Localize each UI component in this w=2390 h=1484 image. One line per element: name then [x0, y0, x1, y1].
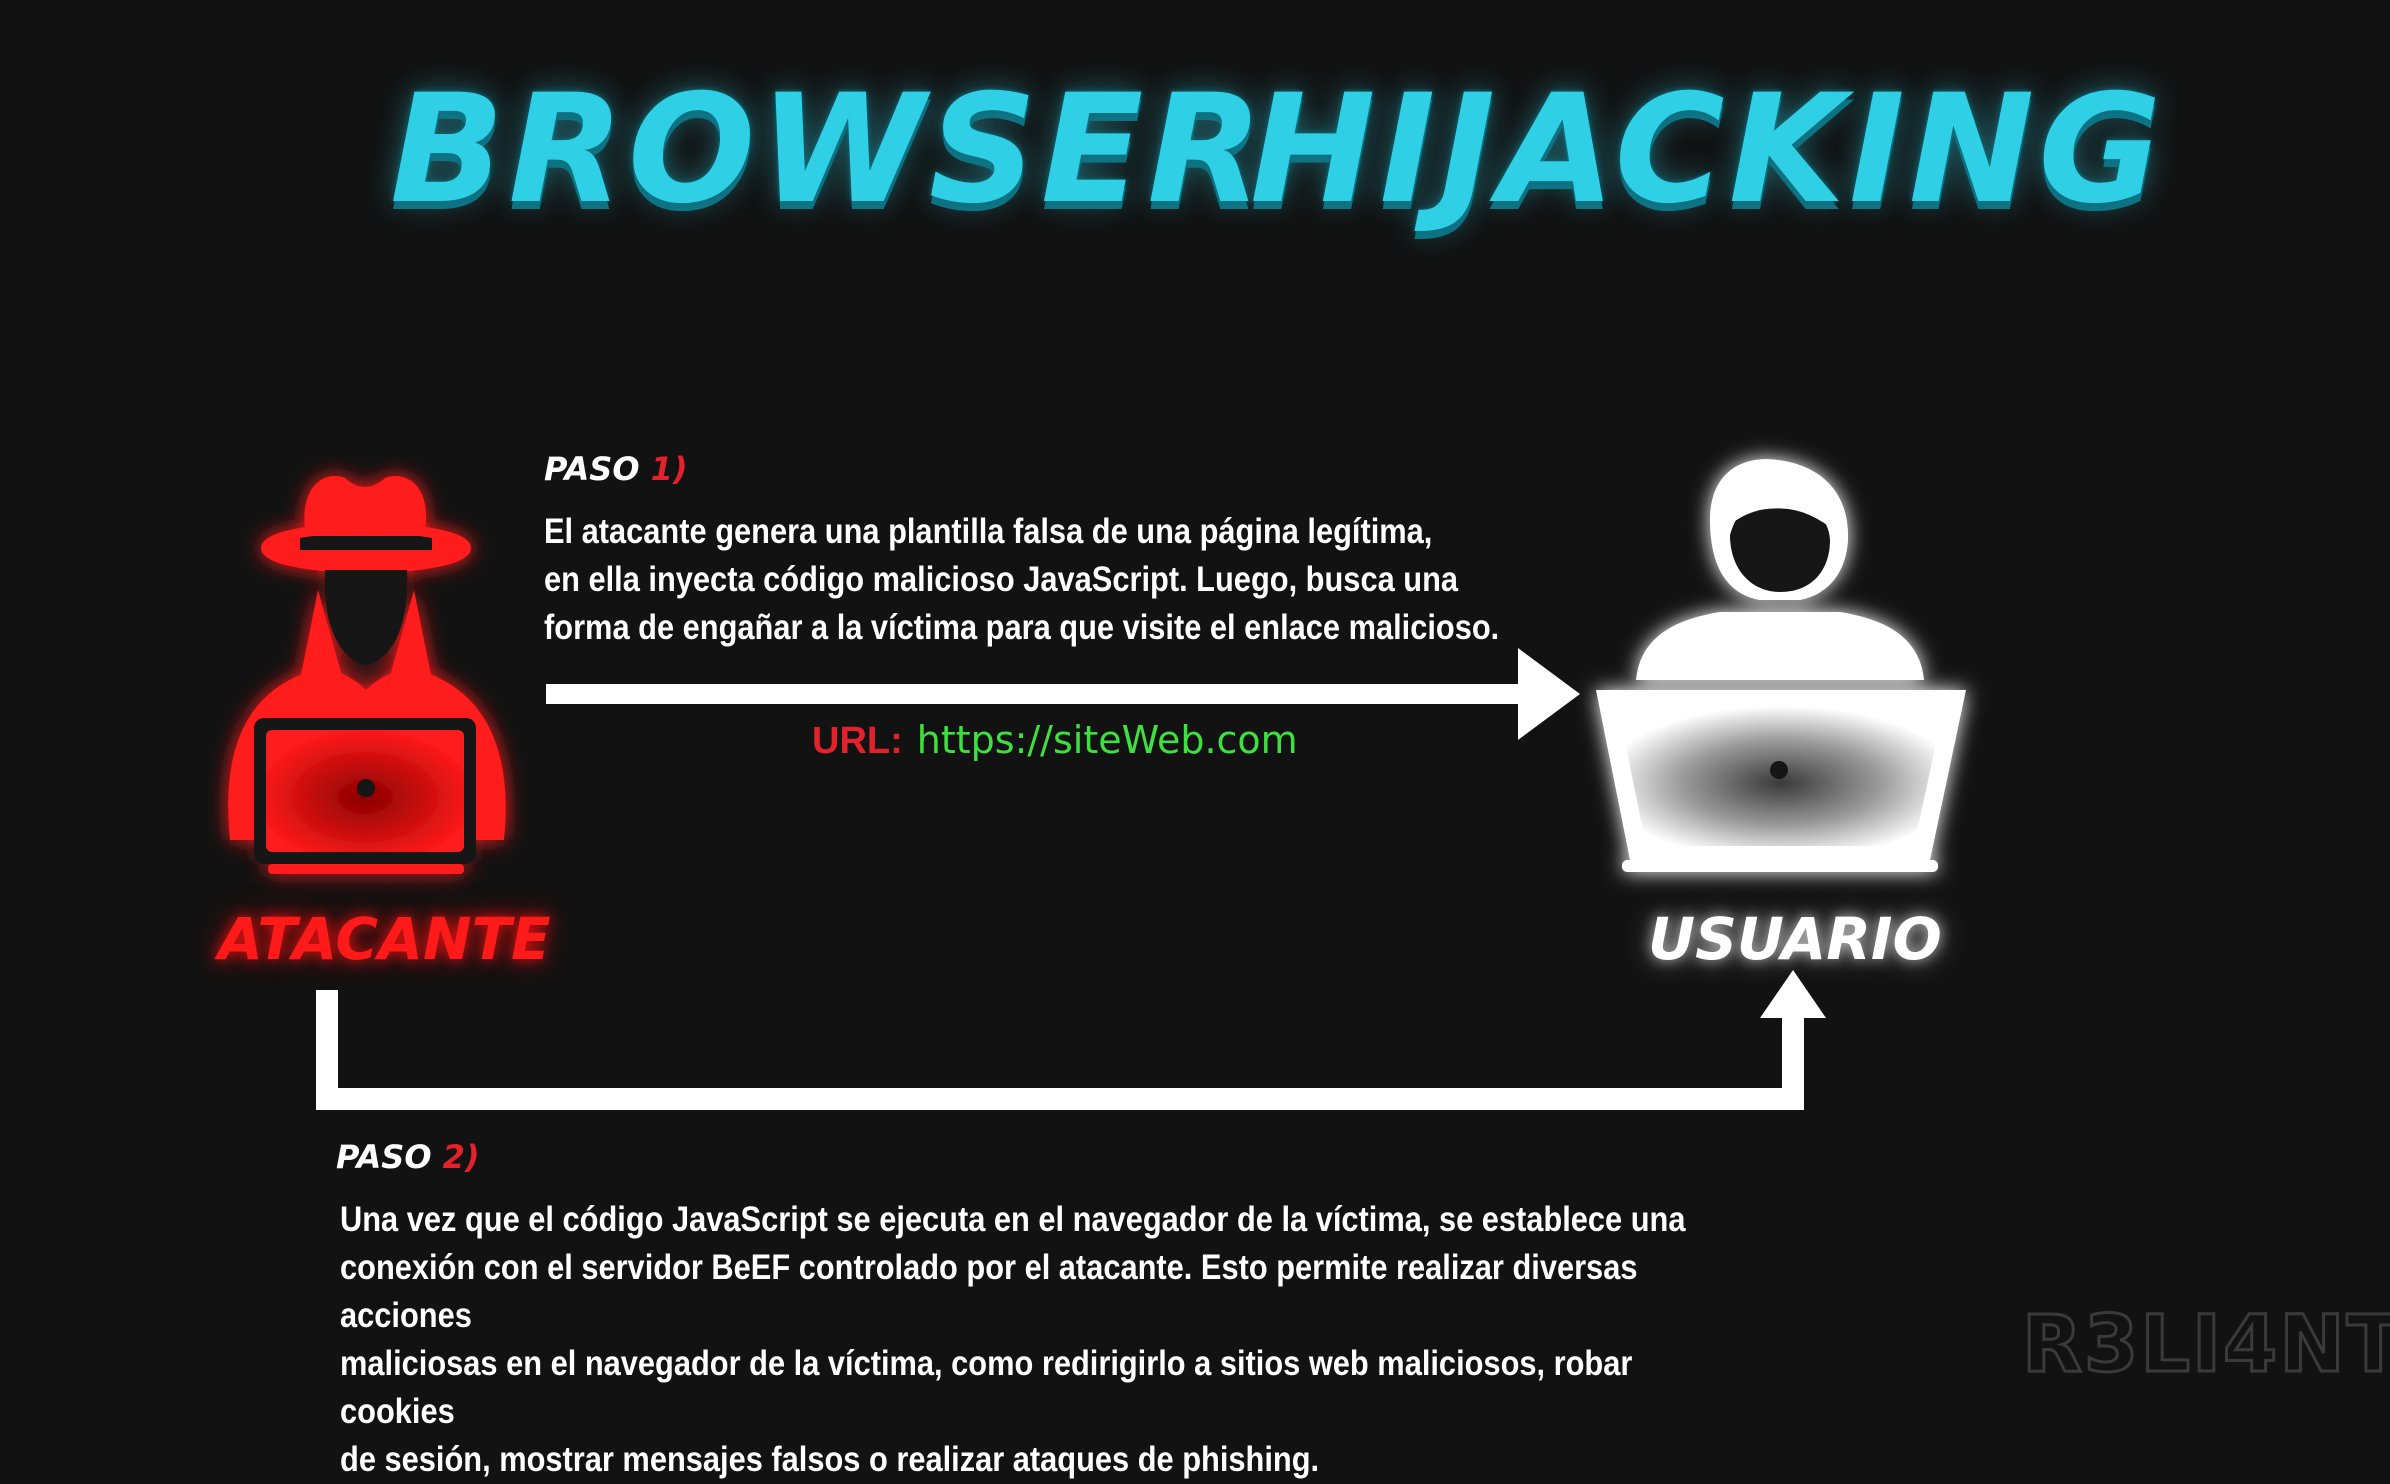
url-value: https://siteWeb.com — [916, 718, 1298, 762]
attacker-label: ATACANTE — [218, 905, 551, 973]
step2-number: 2) — [442, 1138, 480, 1176]
step1-description: El atacante genera una plantilla falsa d… — [544, 512, 1500, 647]
step1-label: PASO 1) — [544, 450, 688, 488]
watermark-logo: R3LI4NT — [2021, 1299, 2390, 1392]
url-label: URL: — [812, 720, 903, 762]
step1-number: 1) — [650, 450, 688, 488]
step1-label-word: PASO — [544, 450, 640, 488]
step2-description: Una vez que el código JavaScript se ejec… — [340, 1200, 1686, 1479]
user-with-laptop-icon — [1596, 459, 1966, 872]
user-label: USUARIO — [1648, 905, 1942, 973]
step2-label: PASO 2) — [336, 1138, 480, 1176]
step2-label-word: PASO — [336, 1138, 432, 1176]
step2-arrow — [316, 970, 1826, 1110]
malicious-url: URL: https://siteWeb.com — [812, 718, 1298, 763]
hacker-with-laptop-icon — [228, 475, 506, 874]
